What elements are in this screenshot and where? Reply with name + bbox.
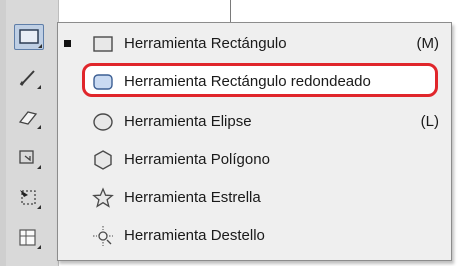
menu-item-flare-tool[interactable]: Herramienta Destello: [58, 217, 451, 255]
flyout-indicator-icon: [37, 165, 41, 169]
polygon-icon: [94, 150, 112, 170]
tools-panel-edge: [0, 0, 6, 266]
eraser-tool[interactable]: [14, 106, 42, 130]
rectangle-tool[interactable]: [14, 24, 44, 50]
free-transform-icon: [20, 190, 36, 205]
free-transform-tool[interactable]: [14, 186, 42, 210]
star-icon: [92, 187, 114, 208]
ellipse-icon: [93, 113, 113, 131]
menu-item-label: Herramienta Polígono: [124, 151, 270, 168]
menu-item-shortcut: (M): [416, 35, 440, 52]
menu-item-shortcut: (L): [420, 113, 439, 130]
rectangle-icon: [93, 36, 113, 52]
symbol-sprayer-icon: [19, 229, 36, 246]
flyout-indicator-icon: [37, 205, 41, 209]
pencil-tool[interactable]: [14, 66, 42, 90]
rotate-icon: [19, 150, 34, 164]
flyout-indicator-icon: [37, 125, 41, 129]
menu-item-ellipse-tool[interactable]: Herramienta Elipse (L): [58, 103, 451, 141]
symbol-sprayer-tool[interactable]: [14, 226, 42, 250]
checked-indicator-icon: [64, 40, 71, 47]
flyout-indicator-icon: [37, 245, 41, 249]
menu-item-label: Herramienta Estrella: [124, 189, 261, 206]
menu-item-label: Herramienta Destello: [124, 227, 265, 244]
flare-icon: [93, 226, 113, 246]
menu-item-label: Herramienta Elipse: [124, 113, 252, 130]
rounded-rectangle-icon: [93, 74, 113, 90]
rectangle-icon: [19, 29, 39, 44]
menu-item-star-tool[interactable]: Herramienta Estrella: [58, 179, 451, 217]
menu-item-rounded-rectangle-tool[interactable]: Herramienta Rectángulo redondeado: [58, 63, 451, 101]
tools-panel: [0, 0, 59, 266]
flyout-indicator-icon: [37, 85, 41, 89]
app-frame: Herramienta Rectángulo (M) Herramienta R…: [0, 0, 465, 266]
rotate-tool[interactable]: [14, 146, 42, 170]
menu-item-polygon-tool[interactable]: Herramienta Polígono: [58, 141, 451, 179]
menu-item-rectangle-tool[interactable]: Herramienta Rectángulo (M): [58, 25, 451, 63]
rectangle-tools-flyout-menu: Herramienta Rectángulo (M) Herramienta R…: [57, 22, 452, 261]
menu-item-label: Herramienta Rectángulo: [124, 35, 287, 52]
panel-divider: [230, 0, 231, 22]
menu-item-label: Herramienta Rectángulo redondeado: [124, 73, 371, 90]
eraser-icon: [18, 111, 38, 125]
pencil-icon: [19, 70, 35, 86]
flyout-indicator-icon: [38, 44, 42, 48]
